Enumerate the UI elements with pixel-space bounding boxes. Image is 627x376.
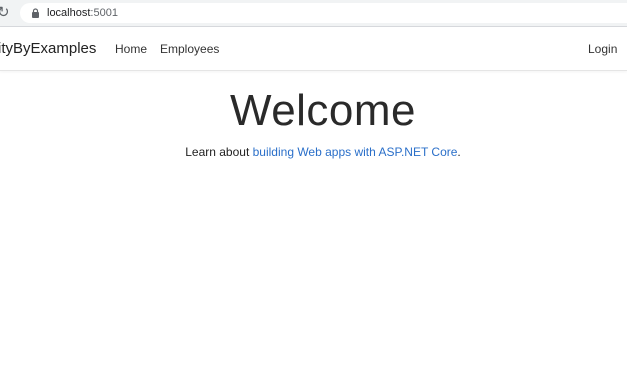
page-title: Welcome <box>229 86 417 135</box>
lead-text: Learn about building Web apps with ASP.N… <box>0 144 627 160</box>
aspnet-docs-link[interactable]: building Web apps with ASP.NET Core <box>253 145 458 159</box>
navbar: ityByExamples Home Employees Login <box>0 27 627 71</box>
nav-home-link[interactable]: Home <box>115 42 147 56</box>
nav-employees-link[interactable]: Employees <box>160 42 219 56</box>
brand-logo-text[interactable]: ityByExamples <box>0 40 96 58</box>
url-port: :5001 <box>90 7 118 19</box>
main-content: Welcome Learn about building Web apps wi… <box>0 72 627 376</box>
reload-icon[interactable]: ↻ <box>0 5 11 21</box>
login-link[interactable]: Login <box>588 42 617 56</box>
address-bar[interactable]: localhost:5001 <box>20 3 627 23</box>
browser-toolbar: ↻ localhost:5001 <box>0 0 627 27</box>
lead-suffix: . <box>457 145 461 159</box>
url-host: localhost <box>47 7 91 19</box>
lead-prefix: Learn about <box>185 145 253 159</box>
url-text: localhost:5001 <box>47 6 118 20</box>
lock-icon <box>32 8 39 18</box>
